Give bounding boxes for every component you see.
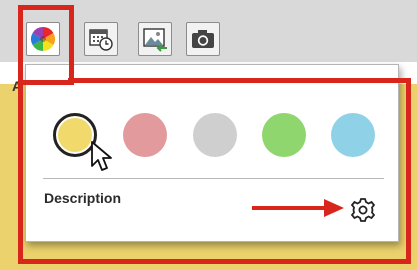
camera-button[interactable]	[186, 22, 220, 56]
calendar-button[interactable]	[84, 22, 118, 56]
image-import-button[interactable]	[138, 22, 172, 56]
toolbar-highlight	[18, 5, 74, 85]
calendar-clock-icon	[89, 29, 113, 51]
image-import-icon	[143, 28, 167, 52]
panel-highlight-left	[18, 80, 78, 264]
panel-highlight-right	[68, 78, 411, 264]
annotation-arrow-icon	[252, 199, 344, 217]
camera-icon	[192, 30, 214, 48]
